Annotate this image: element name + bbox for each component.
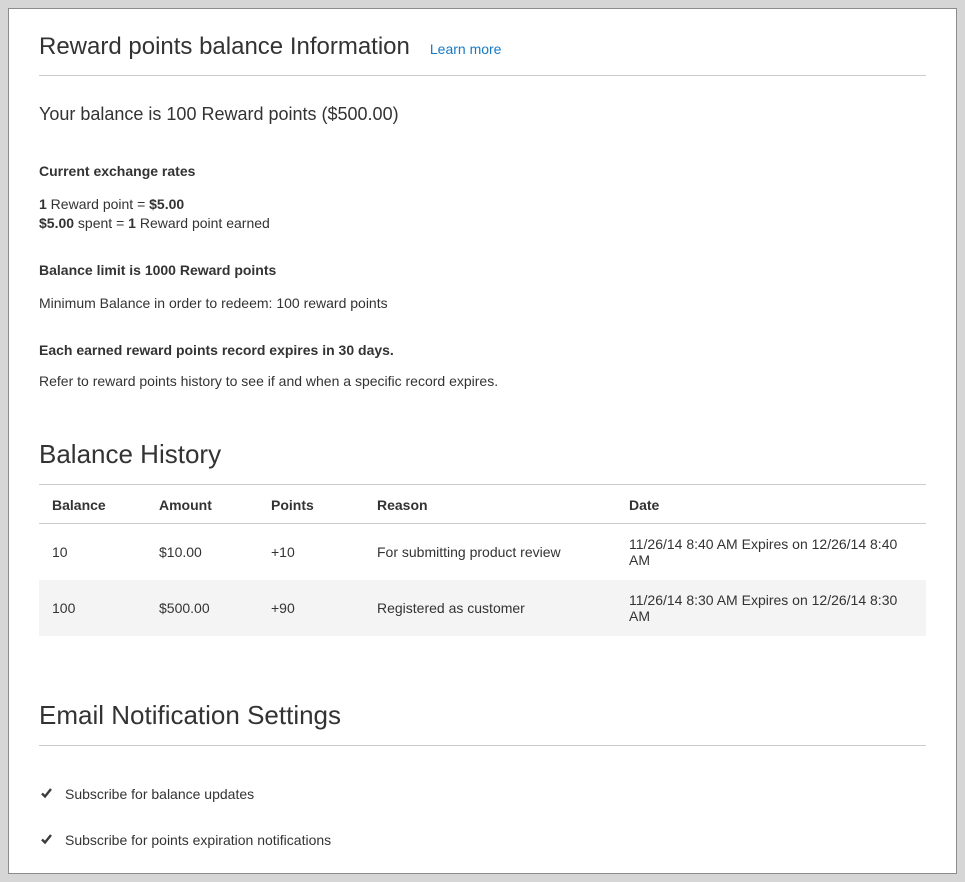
cell-points: +10: [258, 523, 364, 580]
text-segment: Reward point earned: [136, 215, 270, 231]
table-header-row: Balance Amount Points Reason Date: [39, 484, 926, 523]
table-row: 100 $500.00 +90 Registered as customer 1…: [39, 580, 926, 636]
cell-amount: $10.00: [146, 523, 258, 580]
cell-reason: For submitting product review: [364, 523, 616, 580]
cell-reason: Registered as customer: [364, 580, 616, 636]
text-segment: $5.00: [149, 196, 184, 212]
balance-updates-label: Subscribe for balance updates: [65, 786, 254, 802]
expiration-notice-text: Each earned reward points record expires…: [39, 341, 926, 360]
expiration-hint-text: Refer to reward points history to see if…: [39, 372, 926, 391]
table-body: 10 $10.00 +10 For submitting product rev…: [39, 523, 926, 636]
minimum-balance-text: Minimum Balance in order to redeem: 100 …: [39, 294, 926, 313]
balance-history-heading: Balance History: [39, 439, 926, 484]
cell-date: 11/26/14 8:40 AM Expires on 12/26/14 8:4…: [616, 523, 926, 580]
column-header-reason: Reason: [364, 484, 616, 523]
exchange-rates-heading: Current exchange rates: [39, 162, 926, 181]
column-header-points: Points: [258, 484, 364, 523]
table-header: Balance Amount Points Reason Date: [39, 484, 926, 523]
text-segment: 1: [39, 196, 47, 212]
text-segment: 1: [128, 215, 136, 231]
reward-points-card: Reward points balance Information Learn …: [8, 8, 957, 874]
exchange-rate-line-1: 1 Reward point = $5.00: [39, 195, 926, 214]
cell-balance: 10: [39, 523, 146, 580]
page-title: Reward points balance Information: [39, 33, 410, 61]
balance-limit-text: Balance limit is 1000 Reward points: [39, 261, 926, 280]
text-segment: $5.00: [39, 215, 74, 231]
points-expiration-checkbox[interactable]: [39, 832, 54, 847]
cell-balance: 100: [39, 580, 146, 636]
cell-points: +90: [258, 580, 364, 636]
points-expiration-option: Subscribe for points expiration notifica…: [39, 832, 926, 848]
column-header-balance: Balance: [39, 484, 146, 523]
cell-amount: $500.00: [146, 580, 258, 636]
balance-summary: Your balance is 100 Reward points ($500.…: [39, 102, 926, 126]
exchange-rate-line-2: $5.00 spent = 1 Reward point earned: [39, 214, 926, 233]
exchange-rates: 1 Reward point = $5.00 $5.00 spent = 1 R…: [39, 195, 926, 233]
text-segment: Reward point =: [47, 196, 149, 212]
learn-more-link[interactable]: Learn more: [430, 41, 502, 57]
table-row: 10 $10.00 +10 For submitting product rev…: [39, 523, 926, 580]
points-expiration-label: Subscribe for points expiration notifica…: [65, 832, 331, 848]
cell-date: 11/26/14 8:30 AM Expires on 12/26/14 8:3…: [616, 580, 926, 636]
balance-history-table: Balance Amount Points Reason Date 10 $10…: [39, 484, 926, 636]
column-header-date: Date: [616, 484, 926, 523]
balance-updates-option: Subscribe for balance updates: [39, 786, 926, 802]
page-header: Reward points balance Information Learn …: [39, 33, 926, 76]
email-notification-settings-heading: Email Notification Settings: [39, 700, 926, 746]
column-header-amount: Amount: [146, 484, 258, 523]
text-segment: spent =: [74, 215, 128, 231]
balance-updates-checkbox[interactable]: [39, 786, 54, 801]
